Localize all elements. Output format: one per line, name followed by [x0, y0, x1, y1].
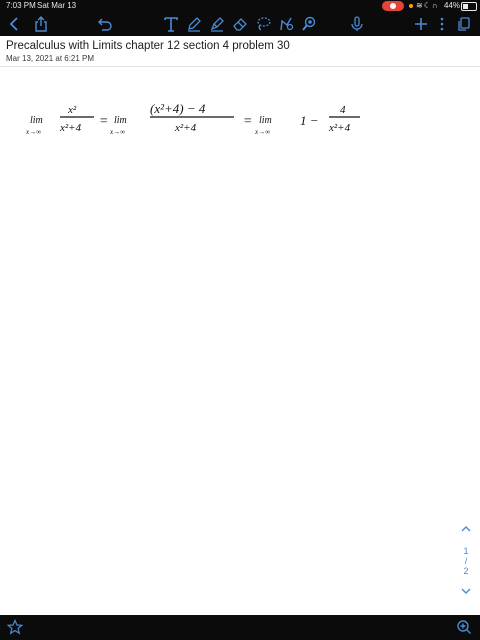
note-date: Mar 13, 2021 at 6:21 PM: [6, 54, 95, 63]
battery-icon: [461, 2, 477, 11]
denominator: x²+4: [59, 122, 82, 134]
pages-icon[interactable]: [455, 15, 473, 33]
lasso-icon[interactable]: [254, 15, 272, 33]
add-icon[interactable]: [412, 15, 430, 33]
laser-pointer-icon[interactable]: [300, 15, 318, 33]
share-icon[interactable]: [32, 15, 50, 33]
battery-percent: 44%: [444, 1, 461, 10]
lim-text: lim: [259, 115, 272, 126]
lim-text: lim: [114, 115, 127, 126]
lim-subscript: x→∞: [25, 128, 41, 136]
lim-subscript: x→∞: [109, 128, 125, 136]
equals-sign: =: [99, 114, 108, 129]
wifi-moon-headphone-icons: ≋☾∩: [416, 1, 439, 10]
status-date: Sat Mar 13: [37, 1, 77, 10]
numerator: x²: [67, 104, 77, 116]
more-icon[interactable]: [433, 15, 451, 33]
note-title[interactable]: Precalculus with Limits chapter 12 secti…: [6, 40, 290, 52]
app-toolbar: [0, 12, 480, 36]
star-icon[interactable]: [6, 619, 24, 635]
microphone-icon[interactable]: [348, 15, 366, 33]
numerator: (x²+4) − 4: [150, 101, 206, 116]
undo-icon[interactable]: [96, 15, 114, 33]
bottom-bar: [0, 615, 480, 640]
equals-sign: =: [243, 114, 252, 129]
record-dot-icon: [390, 3, 396, 9]
eraser-icon[interactable]: [231, 15, 249, 33]
page-navigator: 1 / 2: [456, 522, 476, 598]
handwriting-canvas: lim x→∞ x² x²+4 = lim x→∞ (x²+4) − 4 x²+…: [25, 101, 360, 136]
status-bar: 7:03 PM Sat Mar 13 ≋☾∩ 44%: [0, 0, 480, 12]
chevron-left-icon[interactable]: [6, 15, 24, 33]
total-pages: 2: [463, 566, 469, 576]
denominator: x²+4: [174, 122, 197, 134]
one-minus: 1 −: [300, 113, 319, 128]
chevron-down-icon[interactable]: [460, 584, 472, 596]
page-separator: /: [464, 556, 468, 566]
shapes-icon[interactable]: [277, 15, 295, 33]
chevron-up-icon[interactable]: [460, 522, 472, 534]
zoom-icon[interactable]: [456, 619, 472, 635]
lim-subscript: x→∞: [254, 128, 270, 136]
highlighter-icon[interactable]: [208, 15, 226, 33]
lim-text: lim: [30, 115, 43, 126]
note-header: Precalculus with Limits chapter 12 secti…: [0, 36, 480, 67]
text-tool-icon[interactable]: [162, 15, 180, 33]
pen-icon[interactable]: [185, 15, 203, 33]
privacy-indicator-dot: [409, 4, 413, 8]
current-page: 1: [463, 546, 469, 556]
numerator: 4: [340, 104, 346, 116]
denominator: x²+4: [328, 122, 351, 134]
note-page[interactable]: lim x→∞ x² x²+4 = lim x→∞ (x²+4) − 4 x²+…: [0, 67, 480, 615]
screen-record-indicator[interactable]: [382, 1, 404, 11]
status-time: 7:03 PM: [6, 1, 36, 10]
